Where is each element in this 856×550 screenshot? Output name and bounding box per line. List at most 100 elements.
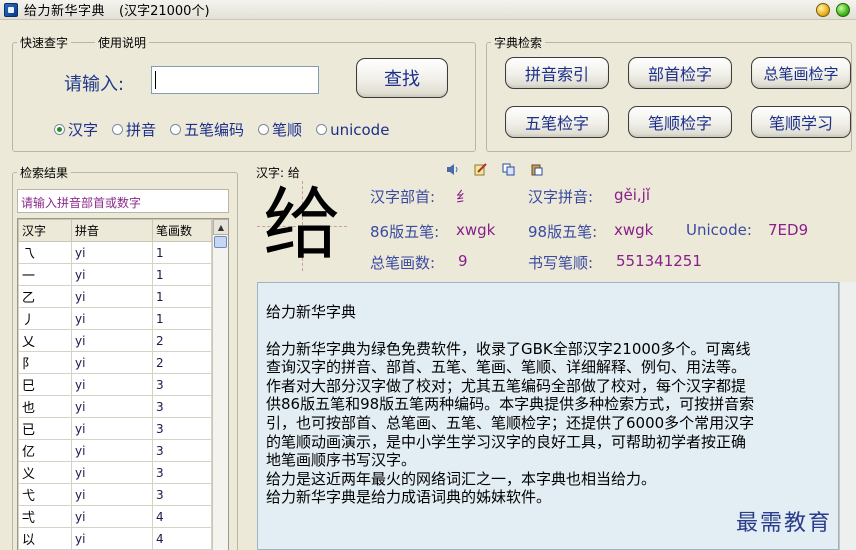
minimize-button[interactable] [816, 3, 830, 17]
table-row[interactable]: 亿 yi 3 [18, 439, 212, 462]
description-line: 给力是这近两年最火的网络词汇之一，本字典也相当给力。 [266, 469, 657, 488]
scroll-thumb[interactable] [214, 236, 227, 248]
cell-hanzi: 阝 [18, 351, 72, 374]
stroke-count-value: 9 [458, 252, 468, 270]
cell-hanzi: 也 [18, 395, 72, 418]
cell-strokes: 3 [152, 373, 212, 396]
cell-hanzi: 一 [18, 263, 72, 286]
big-character: 给 [263, 180, 342, 270]
table-row[interactable]: 乙 yi 1 [18, 285, 212, 308]
cell-pinyin: yi [71, 461, 153, 484]
cell-strokes: 3 [152, 461, 212, 484]
input-label: 请输入: [64, 74, 125, 95]
cell-strokes: 2 [152, 329, 212, 352]
cell-pinyin: yi [71, 395, 153, 418]
watermark-text: 最需教育 [736, 511, 833, 536]
copy-icon[interactable] [502, 163, 515, 176]
mode-stroke-order[interactable]: 笔顺 [258, 119, 302, 140]
pinyin-label: 汉字拼音: [528, 188, 594, 206]
stroke-count-label: 总笔画数: [370, 254, 436, 272]
cell-strokes: 1 [152, 307, 212, 330]
mode-unicode[interactable]: unicode [316, 121, 389, 139]
radio-indicator [54, 124, 65, 135]
cell-hanzi: 弌 [18, 505, 72, 528]
cell-pinyin: yi [71, 285, 153, 308]
cell-strokes: 4 [152, 505, 212, 528]
results-table: 汉字 拼音 笔画数 乁 yi 1 一 yi 1 乙 yi 1 丿 yi 1 乂 yi 2 阝 yi 2 巳 yi 3 也 y… [18, 219, 212, 550]
speaker-icon[interactable] [446, 163, 459, 176]
radical-value: 纟 [456, 188, 472, 206]
results-body: 乁 yi 1 一 yi 1 乙 yi 1 丿 yi 1 乂 yi 2 阝 yi 2 巳 yi 3 也 yi 3 已 yi 3 亿 yi 3… [18, 241, 212, 550]
table-row[interactable]: 以 yi 4 [18, 527, 212, 550]
table-row[interactable]: 义 yi 3 [18, 461, 212, 484]
quick-search-label: 快速查字 [17, 34, 72, 51]
radio-indicator [258, 124, 270, 135]
table-row[interactable]: 也 yi 3 [18, 395, 212, 418]
radical-index-button[interactable]: 部首检字 [628, 57, 732, 89]
radio-indicator [170, 124, 182, 135]
cell-strokes: 4 [152, 527, 212, 550]
column-header-pinyin[interactable]: 拼音 [71, 219, 153, 242]
column-header-strokes[interactable]: 笔画数 [152, 219, 212, 242]
results-header-row: 汉字 拼音 笔画数 [18, 219, 212, 242]
pinyin-index-button[interactable]: 拼音索引 [505, 57, 609, 89]
table-row[interactable]: 乂 yi 2 [18, 329, 212, 352]
text-caret [155, 71, 156, 89]
cell-hanzi: 乂 [18, 329, 72, 352]
table-row[interactable]: 巳 yi 3 [18, 373, 212, 396]
help-link[interactable]: 使用说明 [95, 34, 150, 51]
column-header-hanzi[interactable]: 汉字 [18, 219, 72, 242]
cell-strokes: 3 [152, 395, 212, 418]
cell-pinyin: yi [71, 483, 153, 506]
description-line: 供86版五笔和98版五笔两种编码。本字典提供多种检索方式，可按拼音索 [266, 395, 755, 414]
mode-wubi[interactable]: 五笔编码 [170, 119, 244, 140]
search-input[interactable] [151, 66, 319, 94]
detail-header: 汉字: 给 [256, 166, 300, 180]
cell-strokes: 1 [152, 263, 212, 286]
table-row[interactable]: 已 yi 3 [18, 417, 212, 440]
table-row[interactable]: 丿 yi 1 [18, 307, 212, 330]
table-row[interactable]: 弌 yi 4 [18, 505, 212, 528]
stroke-order-learn-button[interactable]: 笔顺学习 [751, 106, 851, 138]
cell-pinyin: yi [71, 527, 153, 550]
table-row[interactable]: 弋 yi 3 [18, 483, 212, 506]
edit-icon[interactable] [474, 163, 487, 176]
wubi-index-button[interactable]: 五笔检字 [505, 106, 609, 138]
wubi98-label: 98版五笔: [528, 223, 598, 241]
wubi86-label: 86版五笔: [370, 223, 440, 241]
table-row[interactable]: 一 yi 1 [18, 263, 212, 286]
cell-hanzi: 亿 [18, 439, 72, 462]
stroke-order-index-button[interactable]: 笔顺检字 [628, 106, 732, 138]
character-display: 给 [257, 181, 347, 271]
cell-pinyin: yi [71, 307, 153, 330]
description-line: 给力新华字典为绿色免费软件，收录了GBK全部汉字21000多个。可离线 [266, 339, 751, 358]
radical-label: 汉字部首: [370, 188, 436, 206]
mode-pinyin[interactable]: 拼音 [112, 119, 156, 140]
window-title: 给力新华字典 [24, 4, 106, 19]
cell-hanzi: 义 [18, 461, 72, 484]
cell-hanzi: 乙 [18, 285, 72, 308]
results-scrollbar[interactable]: ▲ [212, 219, 228, 550]
description-line: 作者对大部分汉字做了校对；尤其五笔编码全部做了校对，每个汉字都提 [266, 376, 747, 395]
cell-hanzi: 以 [18, 527, 72, 550]
cell-pinyin: yi [71, 351, 153, 374]
title-bar: 给力新华字典 (汉字21000个) [0, 0, 856, 20]
description-scrollbar[interactable] [839, 282, 856, 550]
cell-strokes: 3 [152, 417, 212, 440]
close-button[interactable] [836, 3, 850, 17]
results-hint: 请输入拼音部首或数字 [17, 189, 229, 213]
table-row[interactable]: 阝 yi 2 [18, 351, 212, 374]
description-title: 给力新华字典 [266, 303, 357, 321]
stroke-count-index-button[interactable]: 总笔画检字 [751, 57, 851, 89]
stroke-order-label: 书写笔顺: [528, 254, 594, 272]
cell-strokes: 3 [152, 439, 212, 462]
wubi86-value: xwgk [456, 221, 496, 239]
table-row[interactable]: 乁 yi 1 [18, 241, 212, 264]
scroll-up-icon[interactable]: ▲ [213, 219, 228, 235]
cell-pinyin: yi [71, 373, 153, 396]
unicode-value: 7ED9 [768, 221, 809, 239]
search-button[interactable]: 查找 [356, 58, 448, 98]
mode-hanzi[interactable]: 汉字 [54, 119, 98, 140]
paste-icon[interactable] [530, 163, 543, 176]
description-line: 查询汉字的拼音、部首、五笔、笔画、笔顺、详细解释、例句、用法等。 [266, 358, 747, 377]
